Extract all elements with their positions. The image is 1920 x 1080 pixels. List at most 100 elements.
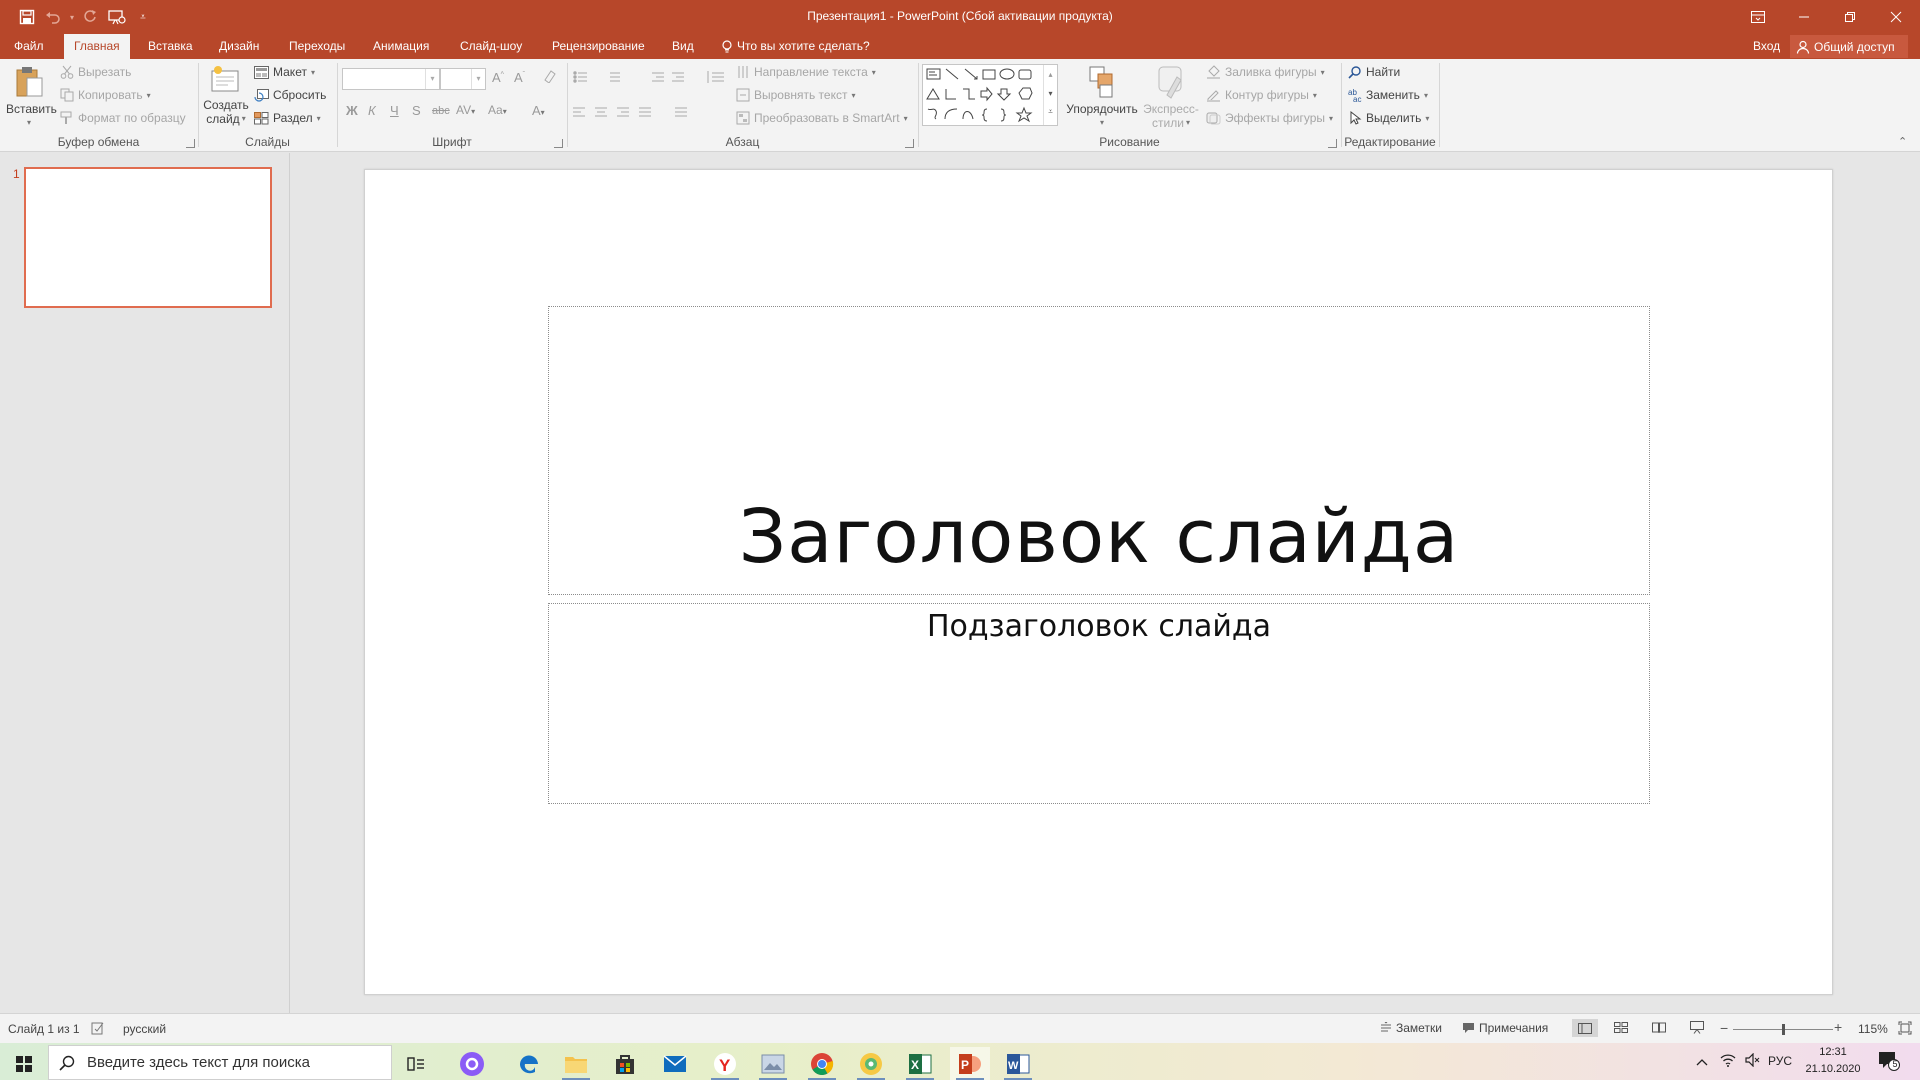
restore-icon[interactable] [1827, 0, 1873, 34]
shapes-gallery[interactable]: ▴ ▾ ⩡ [922, 64, 1058, 126]
yandex-browser-icon[interactable]: Y [705, 1047, 745, 1080]
collapse-ribbon-icon[interactable]: ⌃ [1898, 135, 1907, 148]
tab-animations[interactable]: Анимация [363, 34, 439, 59]
shapes-gallery-scroll[interactable]: ▴ ▾ ⩡ [1043, 65, 1057, 125]
tab-file[interactable]: Файл [4, 34, 54, 59]
slide-thumbnail[interactable] [24, 167, 272, 308]
select-button[interactable]: Выделить ▾ [1348, 111, 1429, 125]
edge-browser-icon[interactable] [509, 1047, 549, 1080]
fit-slide-icon[interactable] [1898, 1021, 1912, 1038]
convert-smartart-button[interactable]: Преобразовать в SmartArt ▾ [736, 111, 908, 125]
find-button[interactable]: Найти [1348, 65, 1400, 79]
notes-button[interactable]: Заметки [1380, 1021, 1442, 1035]
word-icon[interactable]: W [998, 1047, 1038, 1080]
copy-button[interactable]: Копировать ▾ [60, 88, 151, 102]
action-center-icon[interactable]: 5 [1878, 1051, 1900, 1074]
slide-sorter-view-icon[interactable] [1614, 1022, 1628, 1036]
format-painter-button[interactable]: Формат по образцу [60, 111, 186, 125]
taskbar-clock[interactable]: 12:31 21.10.2020 [1803, 1044, 1863, 1078]
volume-muted-icon[interactable] [1745, 1052, 1761, 1070]
slide-subtitle[interactable]: Подзаголовок слайда [549, 609, 1649, 644]
shape-effects-button[interactable]: Эффекты фигуры ▾ [1206, 111, 1333, 125]
slide-title[interactable]: Заголовок слайда [549, 494, 1649, 580]
input-language-indicator[interactable]: РУС [1768, 1054, 1792, 1068]
zoom-in-icon[interactable]: + [1834, 1019, 1842, 1035]
file-explorer-icon[interactable] [556, 1047, 596, 1080]
slide-canvas[interactable]: Заголовок слайда Подзаголовок слайда [364, 169, 1833, 995]
reset-button[interactable]: Сбросить [254, 88, 326, 102]
tab-view[interactable]: Вид [662, 34, 704, 59]
photos-app-icon[interactable] [753, 1047, 793, 1080]
tab-transitions[interactable]: Переходы [279, 34, 355, 59]
spellcheck-icon[interactable] [91, 1021, 105, 1038]
alice-assistant-icon[interactable] [452, 1047, 492, 1080]
sign-in-link[interactable]: Вход [1753, 38, 1780, 55]
zoom-out-icon[interactable]: − [1720, 1020, 1728, 1036]
reading-view-icon[interactable] [1652, 1022, 1666, 1036]
mail-icon[interactable] [655, 1047, 695, 1080]
pen-icon [1207, 90, 1220, 102]
tab-review[interactable]: Рецензирование [542, 34, 655, 59]
minimize-icon[interactable] [1781, 0, 1827, 34]
arrange-button[interactable]: Упорядочить ▾ [1063, 65, 1141, 130]
text-direction-button[interactable]: Направление текста ▾ [736, 65, 876, 79]
increase-font-size-icon[interactable]: A^ [492, 70, 504, 85]
ribbon-display-options-icon[interactable] [1735, 0, 1781, 34]
character-spacing-button[interactable]: AV▾ [456, 103, 475, 117]
powerpoint-icon[interactable]: P [950, 1047, 990, 1080]
shape-fill-button[interactable]: Заливка фигуры ▾ [1206, 65, 1325, 79]
tab-insert[interactable]: Вставка [138, 34, 203, 59]
wifi-icon[interactable] [1720, 1053, 1736, 1070]
paste-button[interactable]: Вставить ▾ [6, 65, 57, 130]
excel-icon[interactable]: X [900, 1047, 940, 1080]
title-placeholder[interactable]: Заголовок слайда [548, 306, 1650, 595]
share-button[interactable]: Общий доступ [1790, 35, 1908, 58]
tab-slideshow[interactable]: Слайд-шоу [450, 34, 532, 59]
underline-button[interactable]: Ч [390, 103, 399, 118]
normal-view-icon[interactable] [1572, 1019, 1598, 1037]
language-indicator[interactable]: русский [123, 1022, 166, 1036]
slideshow-view-icon[interactable] [1690, 1021, 1704, 1037]
section-button[interactable]: Раздел ▾ [254, 111, 321, 125]
clipboard-launcher-icon[interactable] [186, 139, 195, 148]
windows-start-icon[interactable] [4, 1047, 44, 1080]
zoom-level[interactable]: 115% [1858, 1022, 1888, 1036]
font-size-dropdown-icon[interactable]: ▾ [471, 69, 485, 89]
taskbar-search-box[interactable]: Введите здесь текст для поиска [48, 1045, 392, 1080]
layout-button[interactable]: Макет ▾ [254, 65, 315, 79]
paint-bucket-icon [1207, 65, 1220, 79]
font-name-combo[interactable]: ▾ [342, 68, 440, 90]
italic-button[interactable]: К [368, 103, 376, 118]
tab-home[interactable]: Главная [64, 34, 130, 60]
decrease-font-size-icon[interactable]: Aˇ [514, 70, 525, 85]
change-case-button[interactable]: Aa▾ [488, 103, 507, 117]
font-name-dropdown-icon[interactable]: ▾ [425, 69, 439, 89]
cut-button[interactable]: Вырезать [60, 65, 131, 79]
tab-design[interactable]: Дизайн [209, 34, 269, 59]
comments-button[interactable]: Примечания [1462, 1021, 1548, 1035]
font-color-button[interactable]: A▾ [532, 103, 545, 118]
chrome-icon[interactable] [802, 1047, 842, 1080]
new-slide-button[interactable]: Создать слайд ▾ [203, 65, 249, 126]
clear-formatting-icon[interactable] [543, 69, 557, 86]
drawing-launcher-icon[interactable] [1328, 139, 1337, 148]
zoom-slider-thumb[interactable] [1782, 1024, 1785, 1035]
task-view-icon[interactable] [396, 1047, 436, 1080]
align-text-button[interactable]: Выровнять текст ▾ [736, 88, 856, 102]
maps-app-icon[interactable] [851, 1047, 891, 1080]
text-shadow-button[interactable]: S [412, 103, 421, 118]
comments-label: Примечания [1479, 1021, 1549, 1035]
paragraph-launcher-icon[interactable] [905, 139, 914, 148]
show-hidden-icons-chevron-icon[interactable] [1696, 1055, 1708, 1069]
font-size-combo[interactable]: ▾ [440, 68, 486, 90]
shape-outline-button[interactable]: Контур фигуры ▾ [1206, 88, 1317, 102]
replace-button[interactable]: ab ac Заменить ▾ [1348, 88, 1428, 102]
close-icon[interactable] [1873, 0, 1919, 34]
subtitle-placeholder[interactable]: Подзаголовок слайда [548, 603, 1650, 804]
strikethrough-button[interactable]: abc [432, 105, 450, 117]
store-icon[interactable] [605, 1047, 645, 1080]
font-launcher-icon[interactable] [554, 139, 563, 148]
quick-styles-button[interactable]: Экспресс- стили ▾ [1141, 65, 1201, 130]
tell-me-box[interactable]: Что вы хотите сделать? [712, 34, 880, 59]
bold-button[interactable]: Ж [346, 103, 358, 118]
